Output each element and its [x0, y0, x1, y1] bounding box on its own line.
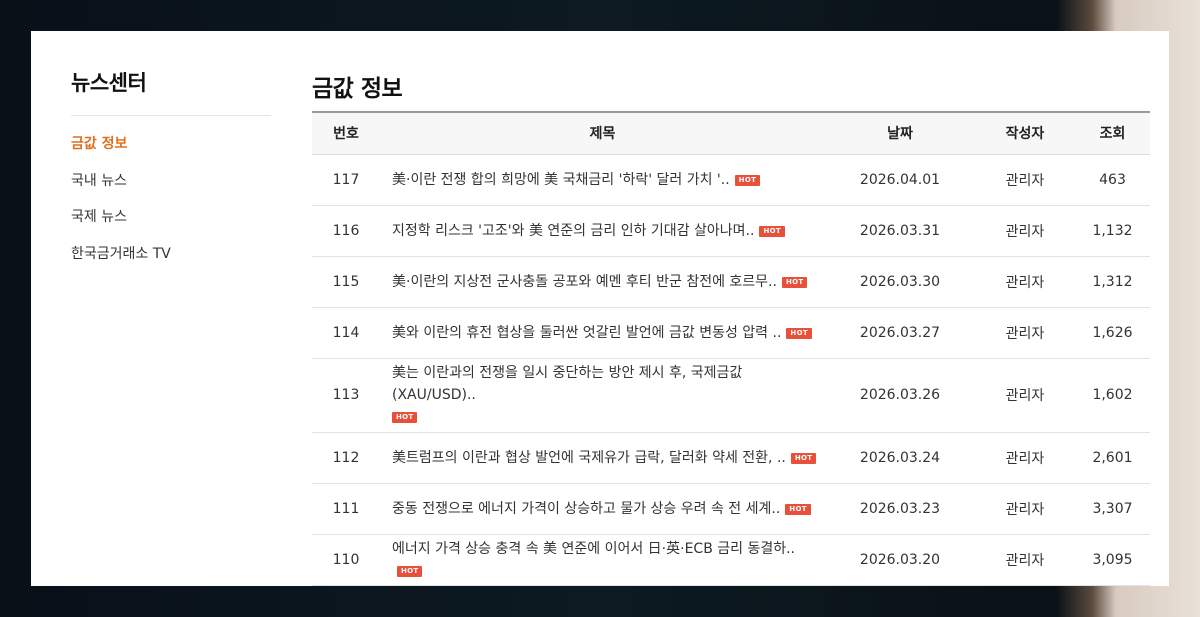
row-views: 1,626	[1075, 307, 1150, 359]
row-author: 관리자	[975, 205, 1075, 257]
sidebar-menu: 금값 정보 국내 뉴스 국제 뉴스 한국금거래소 TV	[71, 126, 271, 272]
row-no: 116	[312, 205, 380, 257]
row-author: 관리자	[975, 534, 1075, 586]
row-title-link[interactable]: 美는 이란과의 전쟁을 일시 중단하는 방안 제시 후, 국제금값(XAU/US…	[392, 365, 742, 403]
row-author: 관리자	[975, 154, 1075, 206]
row-no: 115	[312, 256, 380, 308]
row-views: 1,132	[1075, 205, 1150, 257]
hot-badge: HOT	[734, 174, 761, 186]
row-no: 111	[312, 483, 380, 535]
row-date: 2026.03.30	[825, 256, 975, 308]
row-views: 1,602	[1075, 358, 1150, 433]
row-author: 관리자	[975, 432, 1075, 484]
sidebar-item-international-news[interactable]: 국제 뉴스	[71, 199, 271, 236]
row-views: 463	[1075, 154, 1150, 206]
row-date: 2026.03.26	[825, 358, 975, 433]
hot-badge: HOT	[759, 225, 785, 237]
hot-badge: HOT	[786, 327, 812, 339]
table-header-row: 번호 제목 날짜 작성자 조회	[312, 112, 1150, 155]
table-row[interactable]: 110 에너지 가격 상승 충격 속 美 연준에 이어서 日·英·ECB 금리 …	[312, 534, 1150, 586]
hot-badge: HOT	[790, 452, 817, 464]
row-title-link[interactable]: 美·이란 전쟁 합의 희망에 美 국채금리 '하락' 달러 가치 '..	[392, 172, 730, 188]
sidebar-title: 뉴스센터	[71, 67, 271, 116]
row-date: 2026.03.20	[825, 534, 975, 586]
hot-badge: HOT	[781, 276, 808, 288]
row-title-link[interactable]: 지정학 리스크 '고조'와 美 연준의 금리 인하 기대감 살아나며..	[392, 223, 754, 239]
hot-badge: HOT	[785, 503, 811, 515]
row-no: 113	[312, 358, 380, 433]
column-header-author: 작성자	[975, 112, 1075, 155]
row-author: 관리자	[975, 358, 1075, 433]
row-views: 1,312	[1075, 256, 1150, 308]
table-row[interactable]: 113 美는 이란과의 전쟁을 일시 중단하는 방안 제시 후, 국제금값(XA…	[312, 358, 1150, 433]
row-title-link[interactable]: 美와 이란의 휴전 협상을 둘러싼 엇갈린 발언에 금값 변동성 압력 ..	[392, 325, 781, 341]
sidebar: 뉴스센터 금값 정보 국내 뉴스 국제 뉴스 한국금거래소 TV	[71, 67, 271, 272]
row-views: 3,095	[1075, 534, 1150, 586]
sidebar-item-domestic-news[interactable]: 국내 뉴스	[71, 163, 271, 200]
main-content: 금값 정보 번호 제목 날짜 작성자 조회 117 美·이란 전쟁 합의 희망에…	[312, 69, 1150, 586]
table-row[interactable]: 117 美·이란 전쟁 합의 희망에 美 국채금리 '하락' 달러 가치 '..…	[312, 154, 1150, 206]
table-row[interactable]: 114 美와 이란의 휴전 협상을 둘러싼 엇갈린 발언에 금값 변동성 압력 …	[312, 307, 1150, 359]
table-row[interactable]: 112 美트럼프의 이란과 협상 발언에 국제유가 급락, 달러화 약세 전환,…	[312, 432, 1150, 484]
row-date: 2026.04.01	[825, 154, 975, 206]
row-views: 3,307	[1075, 483, 1150, 535]
row-title-link[interactable]: 중동 전쟁으로 에너지 가격이 상승하고 물가 상승 우려 속 전 세계..	[392, 501, 780, 517]
row-title-link[interactable]: 美트럼프의 이란과 협상 발언에 국제유가 급락, 달러화 약세 전환, ..	[392, 450, 786, 466]
page-title: 금값 정보	[312, 76, 403, 102]
row-views: 2,601	[1075, 432, 1150, 484]
row-author: 관리자	[975, 256, 1075, 308]
row-date: 2026.03.31	[825, 205, 975, 257]
table-row[interactable]: 115 美·이란의 지상전 군사충돌 공포와 예멘 후티 반군 참전에 호르무.…	[312, 256, 1150, 308]
table-row[interactable]: 116 지정학 리스크 '고조'와 美 연준의 금리 인하 기대감 살아나며..…	[312, 205, 1150, 257]
column-header-title: 제목	[380, 112, 825, 155]
row-no: 110	[312, 534, 380, 586]
row-title-link[interactable]: 美·이란의 지상전 군사충돌 공포와 예멘 후티 반군 참전에 호르무..	[392, 274, 777, 290]
row-date: 2026.03.23	[825, 483, 975, 535]
row-no: 114	[312, 307, 380, 359]
row-title-link[interactable]: 에너지 가격 상승 충격 속 美 연준에 이어서 日·英·ECB 금리 동결하.…	[392, 541, 795, 557]
column-header-views: 조회	[1075, 112, 1150, 155]
sidebar-item-gold-price[interactable]: 금값 정보	[71, 126, 271, 163]
row-author: 관리자	[975, 307, 1075, 359]
sidebar-item-korea-gold-exchange-tv[interactable]: 한국금거래소 TV	[71, 236, 271, 273]
news-center-panel: 뉴스센터 금값 정보 국내 뉴스 국제 뉴스 한국금거래소 TV 금값 정보 번…	[31, 31, 1169, 586]
row-no: 112	[312, 432, 380, 484]
row-date: 2026.03.27	[825, 307, 975, 359]
hot-badge: HOT	[392, 412, 418, 423]
column-header-no: 번호	[312, 112, 380, 155]
row-no: 117	[312, 154, 380, 206]
table-row[interactable]: 111 중동 전쟁으로 에너지 가격이 상승하고 물가 상승 우려 속 전 세계…	[312, 483, 1150, 535]
news-table: 번호 제목 날짜 작성자 조회 117 美·이란 전쟁 합의 희망에 美 국채금…	[312, 111, 1150, 586]
column-header-date: 날짜	[825, 112, 975, 155]
row-date: 2026.03.24	[825, 432, 975, 484]
hot-badge: HOT	[397, 565, 423, 577]
row-author: 관리자	[975, 483, 1075, 535]
